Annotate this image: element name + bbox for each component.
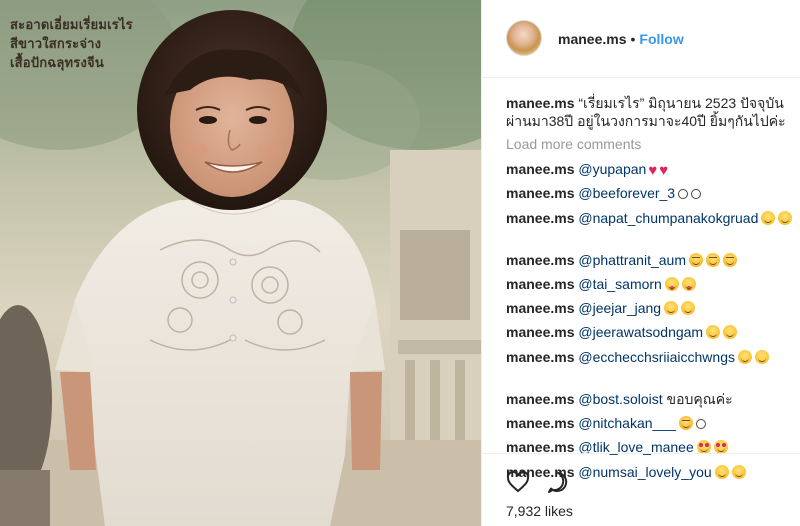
heart-outline-icon[interactable] bbox=[506, 470, 530, 494]
comment-list: manee.ms @yupapan ♥ ♥ manee.ms @beeforever_… bbox=[506, 160, 798, 487]
comment-mention[interactable]: @bost.soloist bbox=[578, 391, 662, 407]
comment-username[interactable]: manee.ms bbox=[506, 349, 574, 365]
comment-username[interactable]: manee.ms bbox=[506, 210, 574, 226]
comment-row: manee.ms @bost.soloist ขอบคุณค่ะ bbox=[506, 390, 798, 414]
comment-mention[interactable]: @phattranit_aum bbox=[578, 252, 686, 268]
comment-mention[interactable]: @yupapan bbox=[578, 161, 646, 177]
smiling-face-icon bbox=[681, 301, 696, 316]
squinting-face-icon bbox=[688, 252, 703, 267]
post-photo: สะอาดเอี่ยมเรี่ยมเรไร สีขาวใสกระจ่าง เสื… bbox=[0, 0, 481, 526]
caption-username[interactable]: manee.ms bbox=[506, 95, 574, 111]
print-caption-line-1: สะอาดเอี่ยมเรี่ยมเรไร bbox=[10, 18, 133, 33]
comment-mention[interactable]: @tai_samorn bbox=[578, 276, 661, 292]
print-caption-line-3: เสื้อปักฉลุทรงจีน bbox=[10, 56, 104, 71]
smiling-face-icon bbox=[754, 349, 769, 364]
comment-row: manee.ms @nitchakan___ bbox=[506, 414, 798, 438]
red-heart-icon: ♥ bbox=[648, 162, 658, 179]
comment-mention[interactable]: @jeerawatsodngam bbox=[578, 324, 703, 340]
red-heart-icon: ♥ bbox=[659, 162, 669, 179]
tongue-face-icon bbox=[681, 276, 696, 291]
smiling-face-icon bbox=[723, 325, 738, 340]
avatar[interactable] bbox=[506, 20, 542, 56]
comment-username[interactable]: manee.ms bbox=[506, 161, 574, 177]
comment-row: manee.ms @jeerawatsodngam bbox=[506, 323, 798, 347]
comment-mention[interactable]: @beeforever_3 bbox=[578, 185, 675, 201]
post-caption: manee.ms “เรี่ยมเรไร” มิถุนายน 2523 ปัจจ… bbox=[506, 94, 798, 130]
magazine-print-caption: สะอาดเอี่ยมเรี่ยมเรไร สีขาวใสกระจ่าง เสื… bbox=[10, 16, 140, 73]
comment-mention[interactable]: @nitchakan___ bbox=[578, 415, 676, 431]
comment-username[interactable]: manee.ms bbox=[506, 276, 574, 292]
comment-text: ขอบคุณค่ะ bbox=[666, 390, 733, 407]
smiling-face-icon bbox=[778, 210, 793, 225]
likes-count[interactable]: 7,932 likes bbox=[506, 503, 573, 519]
follow-button[interactable]: Follow bbox=[639, 31, 683, 47]
comment-row: manee.ms @beeforever_3 bbox=[506, 184, 798, 208]
tongue-face-icon bbox=[664, 276, 679, 291]
post-side-panel: manee.ms • Follow manee.ms “เรี่ยมเรไร” มิ… bbox=[481, 0, 800, 526]
smiling-face-icon bbox=[737, 349, 752, 364]
smiling-face-icon bbox=[706, 325, 721, 340]
comment-username[interactable]: manee.ms bbox=[506, 252, 574, 268]
comment-username[interactable]: manee.ms bbox=[506, 300, 574, 316]
comment-mention[interactable]: @napat_chumpanakokgruad bbox=[578, 210, 758, 226]
comment-username[interactable]: manee.ms bbox=[506, 185, 574, 201]
header-separator: • bbox=[630, 31, 636, 47]
comment-row: manee.ms @jeejar_jang bbox=[506, 299, 798, 323]
header-text: manee.ms • Follow bbox=[558, 31, 684, 47]
comments-section: manee.ms “เรี่ยมเรไร” มิถุนายน 2523 ปัจจ… bbox=[506, 94, 798, 487]
author-username[interactable]: manee.ms bbox=[558, 31, 626, 47]
comment-mention[interactable]: @jeejar_jang bbox=[578, 300, 661, 316]
squinting-face-icon bbox=[722, 252, 737, 267]
photo-illustration bbox=[0, 0, 481, 526]
speech-bubble-icon[interactable] bbox=[546, 470, 570, 494]
smiling-face-icon bbox=[761, 210, 776, 225]
comment-mention[interactable]: @ecchecchsriiaicchwngs bbox=[578, 349, 735, 365]
post-header: manee.ms • Follow bbox=[482, 0, 800, 78]
comment-row: manee.ms @phattranit_aum bbox=[506, 251, 798, 275]
load-more-comments-link[interactable]: Load more comments bbox=[506, 136, 798, 156]
comment-row: manee.ms @yupapan ♥ ♥ bbox=[506, 160, 798, 184]
small-smile-icon bbox=[678, 189, 689, 200]
comment-username[interactable]: manee.ms bbox=[506, 324, 574, 340]
comment-row: manee.ms @tai_samorn bbox=[506, 275, 798, 299]
smiling-face-icon bbox=[664, 301, 679, 316]
squinting-face-icon bbox=[678, 416, 693, 431]
small-smile-icon bbox=[691, 189, 702, 200]
comment-username[interactable]: manee.ms bbox=[506, 415, 574, 431]
squinting-face-icon bbox=[705, 252, 720, 267]
comment-row: manee.ms @napat_chumpanakokgruad bbox=[506, 209, 798, 251]
comment-row: manee.ms @ecchecchsriiaicchwngs bbox=[506, 348, 798, 390]
print-caption-line-2: สีขาวใสกระจ่าง bbox=[10, 37, 102, 52]
small-smile-icon bbox=[695, 419, 706, 430]
post-actions: 7,932 likes bbox=[482, 453, 800, 526]
comment-username[interactable]: manee.ms bbox=[506, 391, 574, 407]
